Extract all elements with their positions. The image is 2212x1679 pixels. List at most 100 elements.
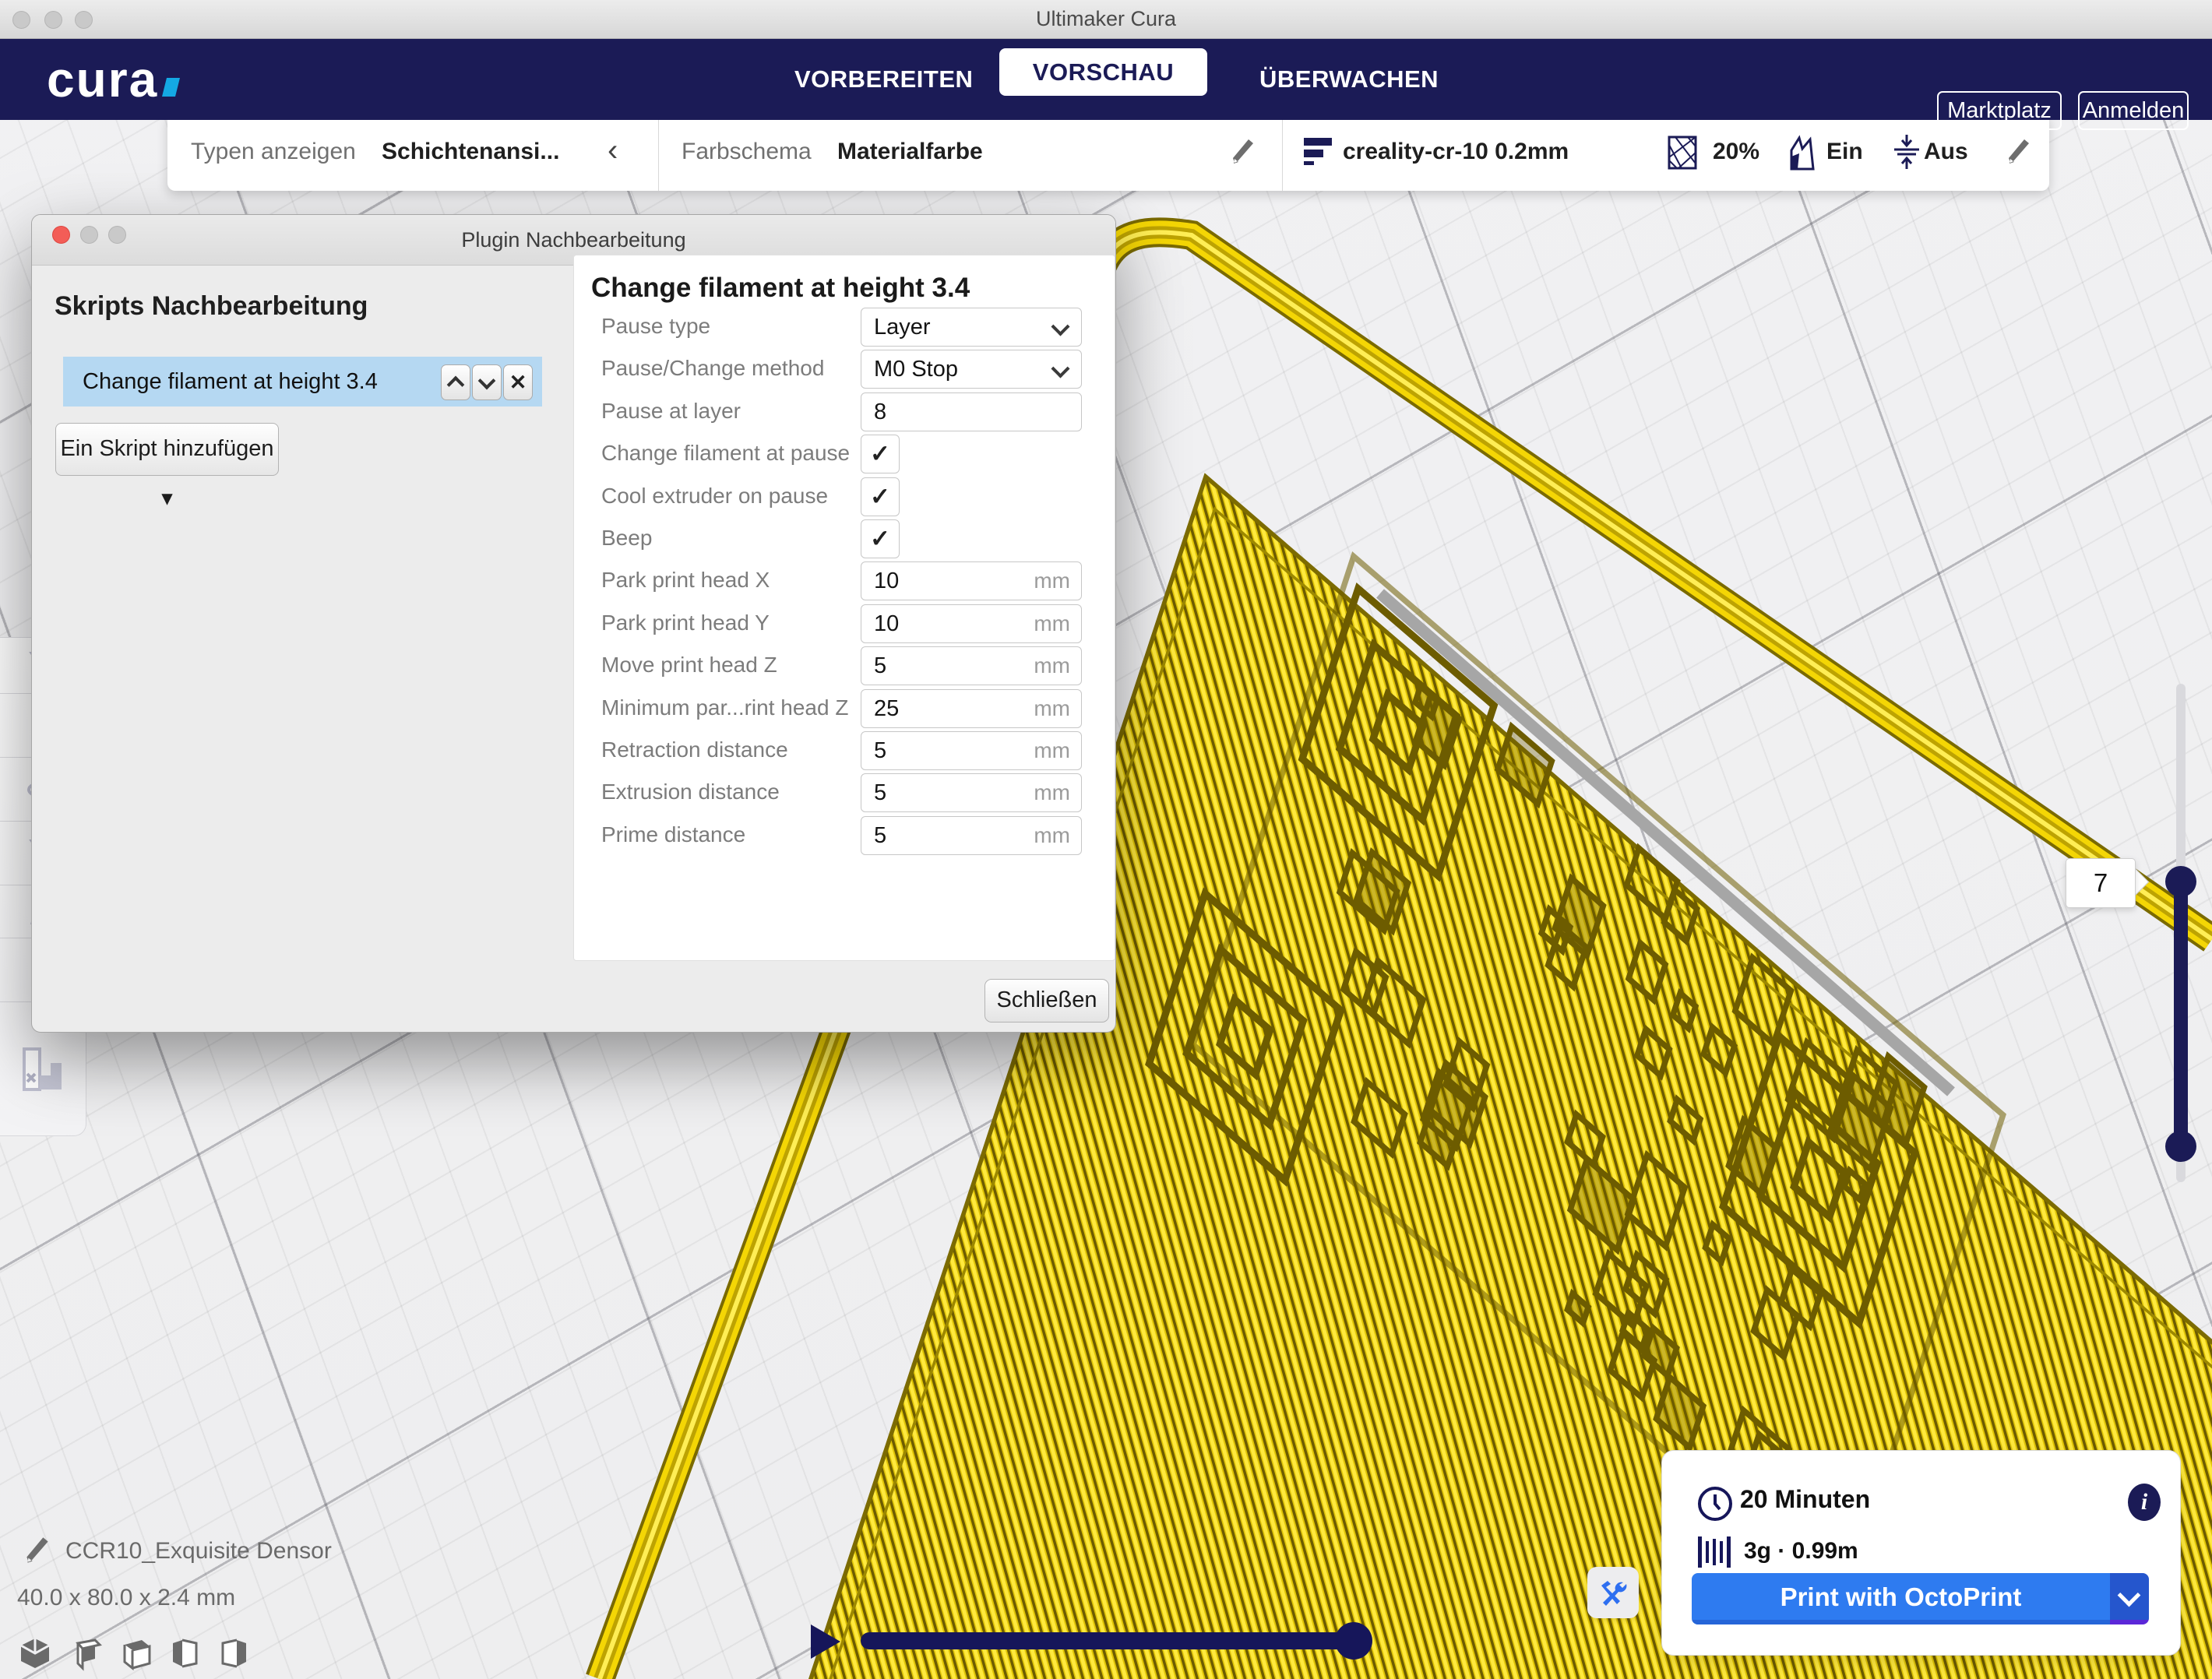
- form-row-label: Move print head Z: [601, 646, 858, 684]
- checkbox-change-filament-at-pause[interactable]: ✓: [861, 435, 900, 473]
- field-value: 5: [874, 732, 886, 769]
- edit-profile-pencil-icon[interactable]: [2002, 135, 2035, 171]
- camera-view-buttons: [17, 1635, 252, 1671]
- field-unit: mm: [1034, 817, 1070, 854]
- dialog-zoom-button[interactable]: [108, 226, 126, 244]
- printer-profile-value[interactable]: creality-cr-10 0.2mm: [1343, 113, 1569, 191]
- form-row-label: Park print head X: [601, 561, 858, 599]
- add-script-dropdown[interactable]: Ein Skript hinzufügen ▾: [55, 423, 279, 476]
- object-name: CCR10_Exquisite Densor: [65, 1538, 332, 1565]
- field-value: 5: [874, 774, 886, 811]
- playback-slider-handle[interactable]: [1335, 1622, 1372, 1660]
- chevron-down-icon: [1051, 360, 1069, 378]
- field-value: M0 Stop: [874, 350, 958, 388]
- checkbox-cool-extruder-on-pause[interactable]: ✓: [861, 477, 900, 516]
- rename-pencil-icon[interactable]: [20, 1533, 55, 1571]
- input-minimum-par-rint-head-z[interactable]: 25mm: [861, 689, 1082, 728]
- minimize-window-button[interactable]: [44, 11, 62, 29]
- tab-vorschau[interactable]: VORSCHAU: [999, 48, 1207, 96]
- color-scheme-dropdown[interactable]: Materialfarbe: [837, 113, 983, 191]
- field-unit: mm: [1034, 647, 1070, 685]
- select-pause-type[interactable]: Layer: [861, 308, 1082, 347]
- dialog-close-button[interactable]: [52, 226, 70, 244]
- input-prime-distance[interactable]: 5 mm: [861, 816, 1082, 855]
- app-header: cura VORBEREITEN VORSCHAU ÜBERWACHEN Mar…: [0, 38, 2212, 120]
- window-titlebar[interactable]: Ultimaker Cura: [0, 0, 2212, 39]
- input-extrusion-distance[interactable]: 5 mm: [861, 773, 1082, 812]
- view-type-dropdown[interactable]: Schichtenansi...: [382, 113, 559, 191]
- material-icon: [1698, 1535, 1737, 1573]
- field-value: 5: [874, 817, 886, 854]
- print-with-octoprint-button[interactable]: Print with OctoPrint: [1692, 1573, 2149, 1624]
- color-scheme-label: Farbschema: [682, 113, 812, 191]
- field-unit: mm: [1034, 774, 1070, 811]
- close-dialog-button[interactable]: Schließen: [984, 979, 1109, 1023]
- field-value: 10: [874, 605, 899, 642]
- field-unit: mm: [1034, 732, 1070, 769]
- input-park-print-head-x[interactable]: 10 mm: [861, 561, 1082, 600]
- cura-logo: cura: [47, 51, 178, 108]
- form-row-label: Minimum par...rint head Z: [601, 689, 858, 727]
- edit-pencil-icon[interactable]: [1227, 135, 1259, 171]
- collapse-chevron-icon[interactable]: ‹: [608, 113, 618, 188]
- input-retraction-distance[interactable]: 5 mm: [861, 731, 1082, 770]
- chevron-down-icon: [1051, 317, 1069, 336]
- material-estimate: 3g · 0.99m: [1744, 1538, 1858, 1565]
- monitor-settings-button[interactable]: [1587, 1567, 1639, 1618]
- zoom-window-button[interactable]: [75, 11, 93, 29]
- print-options-dropdown[interactable]: [2110, 1573, 2149, 1620]
- layer-slider-top-handle[interactable]: [2165, 866, 2196, 897]
- marketplace-button[interactable]: Marktplatz: [1937, 91, 2062, 130]
- view-settings-toolbar: Typen anzeigen Schichtenansi... ‹ Farbsc…: [167, 113, 2049, 191]
- view-top-icon[interactable]: [117, 1635, 153, 1671]
- checkbox-beep[interactable]: ✓: [861, 519, 900, 558]
- move-script-up-button[interactable]: [441, 364, 470, 400]
- object-dimensions: 40.0 x 80.0 x 2.4 mm: [17, 1585, 235, 1611]
- view-left-icon[interactable]: [167, 1635, 203, 1671]
- layers-icon: [1304, 136, 1335, 174]
- script-settings-title: Change filament at height 3.4: [591, 273, 970, 304]
- form-row-label: Extrusion distance: [601, 773, 858, 811]
- remove-script-button[interactable]: ✕: [503, 364, 533, 400]
- support-icon: [1787, 135, 1821, 174]
- print-button-label[interactable]: Print with OctoPrint: [1692, 1573, 2110, 1624]
- move-script-down-button[interactable]: [472, 364, 502, 400]
- select-pause-change-method[interactable]: M0 Stop: [861, 350, 1082, 389]
- tab-ueberwachen[interactable]: ÜBERWACHEN: [1259, 38, 1416, 120]
- view-right-icon[interactable]: [217, 1635, 252, 1671]
- input-pause-at-layer[interactable]: 8: [861, 392, 1082, 431]
- layer-slider-range[interactable]: [2174, 882, 2188, 1149]
- info-icon[interactable]: i: [2128, 1484, 2161, 1521]
- tab-vorbereiten[interactable]: VORBEREITEN: [794, 38, 950, 120]
- chevron-down-icon: [2118, 1584, 2141, 1607]
- play-button[interactable]: [811, 1624, 840, 1659]
- selected-script-row[interactable]: Change filament at height 3.4 ✕: [63, 357, 542, 407]
- form-row-label: Prime distance: [601, 816, 858, 854]
- input-park-print-head-y[interactable]: 10mm: [861, 604, 1082, 643]
- selected-script-label: Change filament at height 3.4: [83, 357, 378, 407]
- window-title: Ultimaker Cura: [0, 0, 2212, 38]
- field-value: 5: [874, 647, 886, 685]
- view-3d-icon[interactable]: [17, 1635, 53, 1671]
- field-unit: mm: [1034, 562, 1070, 600]
- view-type-label: Typen anzeigen: [191, 113, 356, 191]
- layer-slider-bottom-handle[interactable]: [2165, 1131, 2196, 1162]
- form-row-label: Change filament at pause: [601, 435, 858, 472]
- close-window-button[interactable]: [12, 11, 30, 29]
- form-row-label: Pause/Change method: [601, 350, 858, 387]
- wrench-hammer-icon: [1597, 1576, 1629, 1609]
- view-front-icon[interactable]: [67, 1635, 103, 1671]
- post-processing-dialog: Plugin Nachbearbeitung Skripts Nachbearb…: [31, 214, 1116, 1033]
- dialog-minimize-button[interactable]: [80, 226, 98, 244]
- field-value: 8: [874, 393, 886, 431]
- support-value: Ein: [1826, 113, 1863, 191]
- form-row-label: Cool extruder on pause: [601, 477, 858, 515]
- playback-slider-track[interactable]: [861, 1632, 1359, 1649]
- signin-button[interactable]: Anmelden: [2078, 91, 2189, 130]
- input-move-print-head-z[interactable]: 5 mm: [861, 646, 1082, 685]
- script-settings-panel: Change filament at height 3.4 Pause type…: [573, 255, 1115, 961]
- current-layer-number: 7: [2066, 859, 2135, 907]
- form-row-label: Beep: [601, 519, 858, 557]
- form-row-label: Pause type: [601, 308, 858, 345]
- field-value: 10: [874, 562, 899, 600]
